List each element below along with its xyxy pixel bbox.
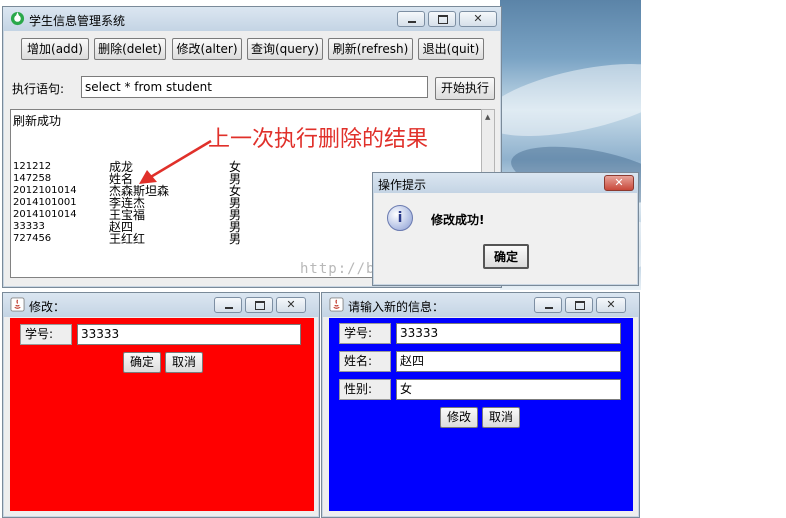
add-button[interactable]: 增加(add) [21,38,89,60]
dialog-ok-button[interactable]: 确定 [483,244,529,269]
cancel-button[interactable]: 取消 [482,407,520,428]
gender-label: 性别: [339,379,391,400]
info-icon-letter: i [397,210,403,226]
new-info-window: 请输入新的信息： ✕ 学号: 33333 姓名: 赵四 性别: 女 修改 取消 [321,292,640,518]
sql-statement-input[interactable]: select * from student [81,76,428,98]
main-titlebar: 学生信息管理系统 ✕ [3,7,501,31]
record-gender: 男 [229,196,242,210]
name-label: 姓名: [339,351,391,372]
record-gender: 男 [229,208,242,222]
record-id: 727456 [13,233,52,244]
record-id: 2014101014 [13,209,77,220]
new-info-titlebar: 请输入新的信息： ✕ [322,293,639,317]
close-icon: ✕ [286,298,296,311]
scroll-up-arrow-icon[interactable]: ▲ [485,113,490,121]
dialog-message: 修改成功! [431,213,485,227]
gender-input[interactable]: 女 [396,379,621,400]
minimize-button[interactable] [397,11,425,27]
exec-statement-label: 执行语句: [12,82,65,96]
modify-titlebar: 修改： ✕ [3,293,319,317]
execute-button[interactable]: 开始执行 [435,77,495,100]
close-icon: ✕ [606,298,616,311]
record-id: 2012101014 [13,185,77,196]
modify-panel: 学号: 33333 确定 取消 [10,318,314,511]
query-button[interactable]: 查询(query) [247,38,323,60]
app-logo-icon [10,11,25,26]
record-gender: 男 [229,220,242,234]
record-name: 王宝福 [109,208,146,222]
close-button[interactable]: ✕ [276,297,306,313]
quit-button[interactable]: 退出(quit) [418,38,484,60]
record-id: 2014101001 [13,197,77,208]
main-window-title: 学生信息管理系统 [29,14,126,28]
refresh-button[interactable]: 刷新(refresh) [328,38,413,60]
delete-button[interactable]: 删除(delet) [94,38,166,60]
id-input[interactable]: 33333 [77,324,301,345]
close-button[interactable]: ✕ [459,11,497,27]
confirm-button[interactable]: 确定 [123,352,161,373]
record-name: 赵四 [109,220,134,234]
close-icon: ✕ [614,176,624,189]
dialog-titlebar: 操作提示 ✕ [373,173,638,193]
id-input[interactable]: 33333 [396,323,621,344]
java-icon [10,297,25,312]
record-name: 成龙 [109,160,134,174]
minimize-button[interactable] [214,297,242,313]
info-icon: i [387,205,413,231]
record-gender: 女 [229,160,242,174]
record-id: 121212 [13,161,52,172]
record-name: 王红红 [109,232,146,246]
new-info-window-title: 请输入新的信息： [348,300,445,314]
minimize-button[interactable] [534,297,562,313]
name-input[interactable]: 赵四 [396,351,621,372]
record-gender: 男 [229,172,242,186]
record-id: 33333 [13,221,45,232]
status-text: 刷新成功 [13,114,62,128]
maximize-button[interactable] [565,297,593,313]
dialog-title: 操作提示 [378,178,427,192]
modify-window-title: 修改： [29,300,66,314]
close-button[interactable]: ✕ [596,297,626,313]
maximize-button[interactable] [428,11,456,27]
id-label: 学号: [20,324,72,345]
info-dialog: 操作提示 ✕ i 修改成功! 确定 [372,172,639,286]
record-gender: 男 [229,232,242,246]
annotation-text: 上一次执行删除的结果 [208,127,429,152]
alter-button[interactable]: 修改(alter) [172,38,242,60]
new-info-panel: 学号: 33333 姓名: 赵四 性别: 女 修改 取消 [329,318,633,511]
record-name: 姓名 [109,172,134,186]
wallpaper-wave [500,49,641,151]
modify-button[interactable]: 修改 [440,407,478,428]
cancel-button[interactable]: 取消 [165,352,203,373]
modify-window: 修改： ✕ 学号: 33333 确定 取消 [2,292,320,518]
record-gender: 女 [229,184,242,198]
maximize-button[interactable] [245,297,273,313]
record-name: 李连杰 [109,196,146,210]
java-icon [329,297,344,312]
annotation-arrow-icon [139,139,212,184]
record-id: 147258 [13,173,52,184]
dialog-close-button[interactable]: ✕ [604,175,634,191]
id-label: 学号: [339,323,391,344]
close-icon: ✕ [473,12,483,25]
